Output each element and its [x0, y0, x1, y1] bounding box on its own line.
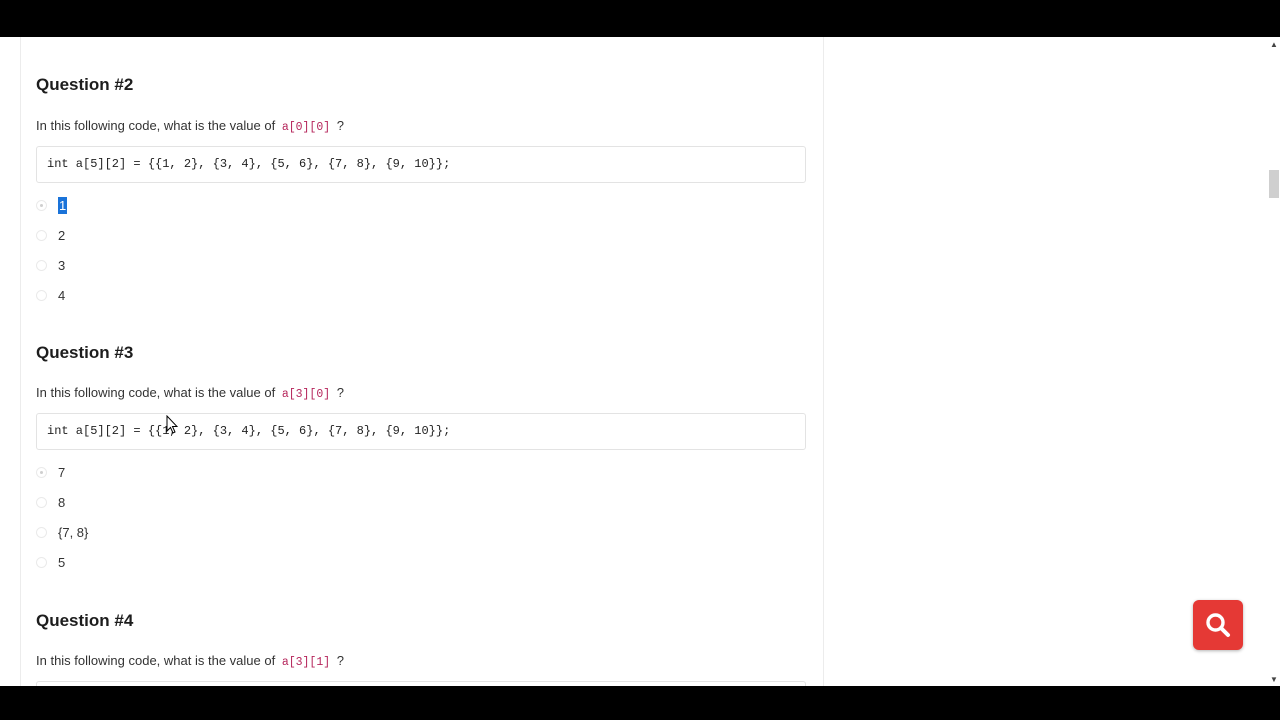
page-viewport: Question #2 In this following code, what… [0, 37, 1268, 686]
radio-button[interactable] [36, 289, 47, 301]
quiz-column: Question #2 In this following code, what… [20, 37, 824, 686]
scroll-up-arrow-icon[interactable]: ▲ [1270, 40, 1278, 49]
option-label: {7, 8} [58, 524, 89, 540]
radio-button[interactable] [36, 466, 47, 478]
option-label: 1 [58, 196, 68, 214]
option-label: 7 [58, 464, 66, 480]
question-2-option-1[interactable]: 1 [36, 195, 68, 215]
question-3-prompt: In this following code, what is the valu… [36, 385, 344, 401]
option-label: 2 [58, 227, 66, 243]
radio-button[interactable] [36, 556, 47, 568]
bottom-letterbox [0, 686, 1280, 720]
question-4-prompt-suffix: ? [336, 653, 344, 668]
question-2-expression: a[0][0] [281, 121, 331, 134]
search-button[interactable] [1193, 600, 1243, 650]
question-2-option-4[interactable]: 4 [36, 285, 65, 305]
page-scrollbar[interactable]: ▲ ▼ [1268, 37, 1280, 686]
scrollbar-thumb[interactable] [1269, 170, 1279, 198]
question-3-code-block: int a[5][2] = {{1, 2}, {3, 4}, {5, 6}, {… [36, 413, 806, 450]
question-3-option-4[interactable]: 5 [36, 552, 65, 572]
option-label: 4 [58, 287, 66, 303]
question-2-code-block: int a[5][2] = {{1, 2}, {3, 4}, {5, 6}, {… [36, 146, 806, 183]
question-3-title: Question #3 [36, 343, 134, 362]
question-4-prompt: In this following code, what is the valu… [36, 653, 344, 669]
radio-button[interactable] [36, 229, 47, 241]
question-2-prompt-text: In this following code, what is the valu… [36, 118, 276, 133]
question-3-prompt-suffix: ? [336, 385, 344, 400]
question-4-title: Question #4 [36, 611, 134, 630]
option-label: 3 [58, 257, 66, 273]
option-label: 5 [58, 554, 66, 570]
search-icon [1206, 613, 1230, 637]
radio-button[interactable] [36, 496, 47, 508]
top-letterbox [0, 0, 1280, 37]
question-4-expression: a[3][1] [281, 656, 331, 669]
question-2-option-3[interactable]: 3 [36, 255, 65, 275]
question-3-option-2[interactable]: 8 [36, 492, 65, 512]
scroll-down-arrow-icon[interactable]: ▼ [1270, 675, 1278, 684]
option-label: 8 [58, 494, 66, 510]
question-4-prompt-text: In this following code, what is the valu… [36, 653, 276, 668]
mouse-cursor-icon [166, 415, 178, 434]
question-3-expression: a[3][0] [281, 388, 331, 401]
question-2-title: Question #2 [36, 75, 134, 94]
question-2-option-2[interactable]: 2 [36, 225, 65, 245]
radio-button[interactable] [36, 199, 47, 211]
question-3-prompt-text: In this following code, what is the valu… [36, 385, 276, 400]
radio-button[interactable] [36, 259, 47, 271]
question-2-prompt-suffix: ? [336, 118, 344, 133]
question-3-option-1[interactable]: 7 [36, 462, 65, 482]
question-2-prompt: In this following code, what is the valu… [36, 118, 344, 134]
question-3-option-3[interactable]: {7, 8} [36, 522, 88, 542]
radio-button[interactable] [36, 526, 47, 538]
